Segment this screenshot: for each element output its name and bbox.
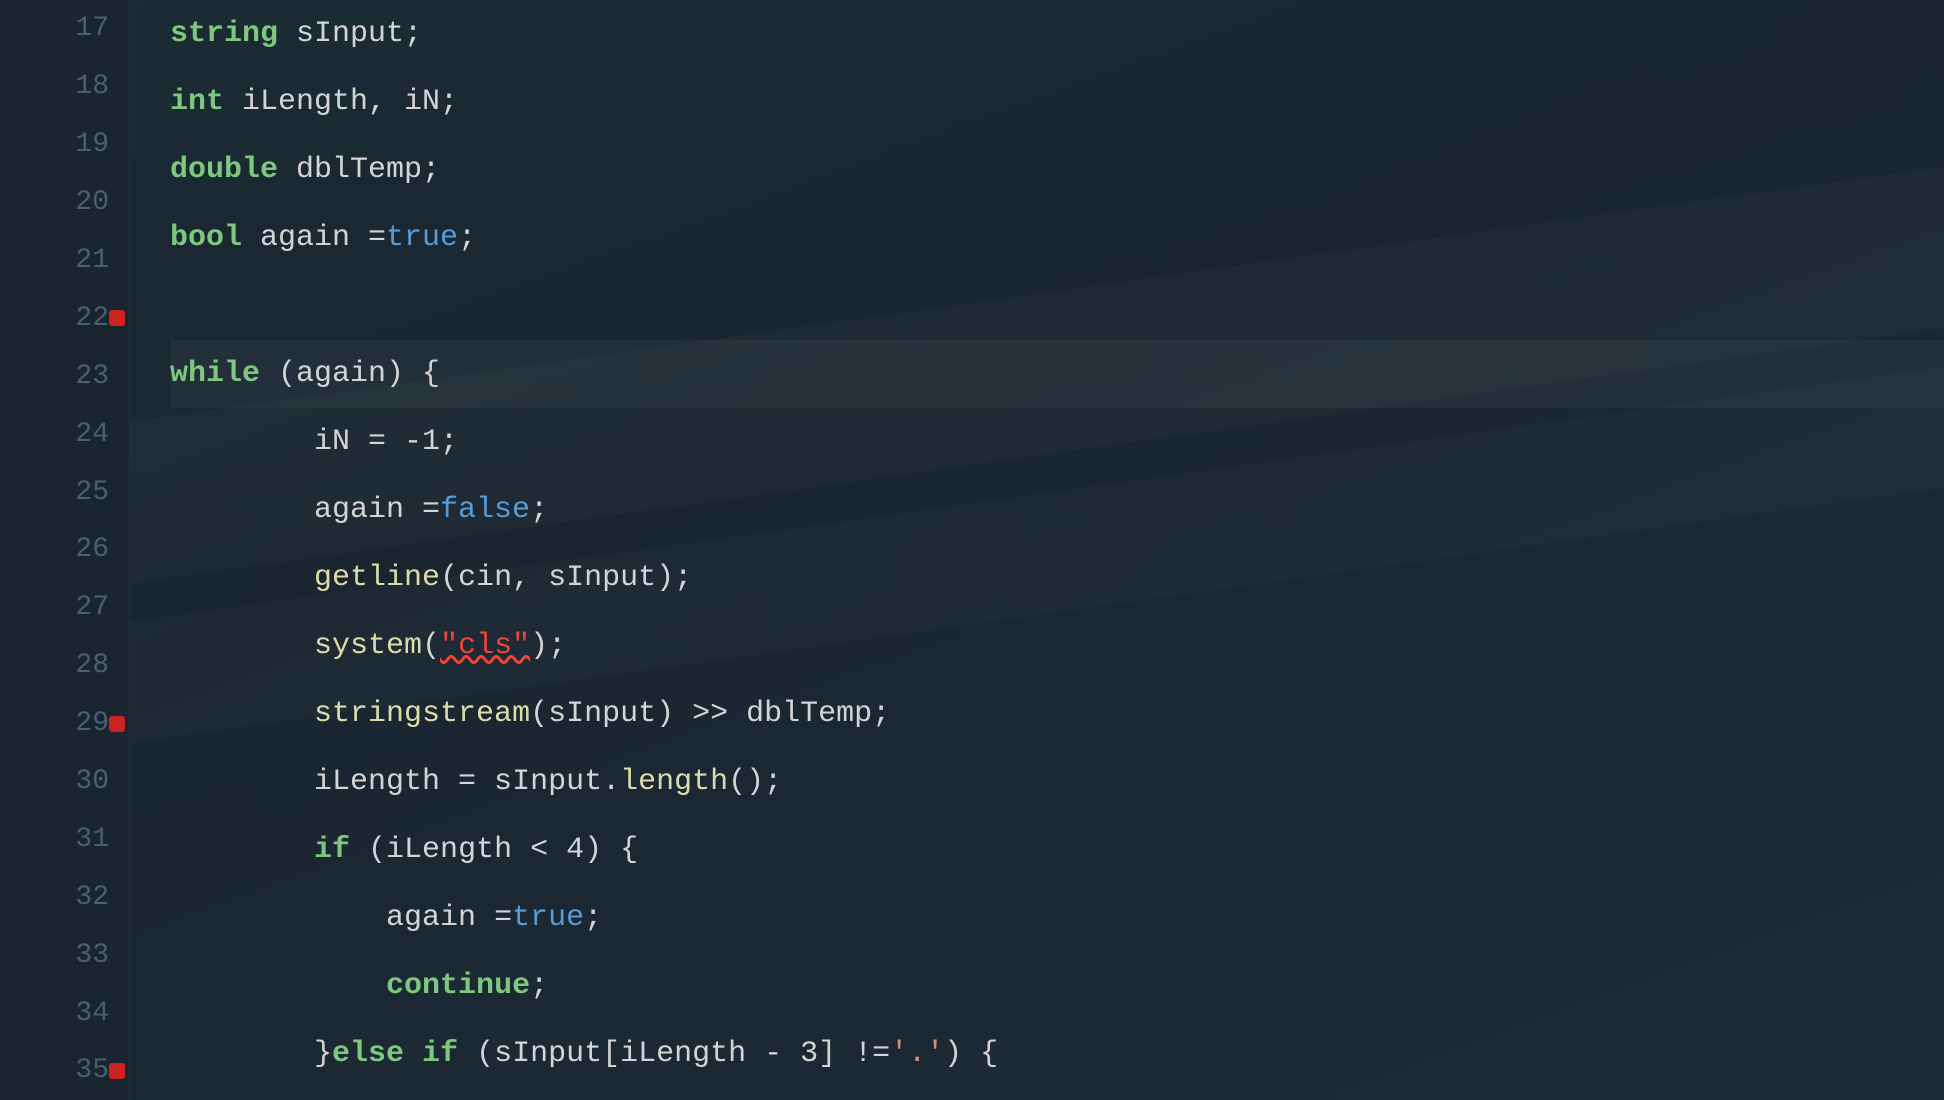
line-33: 33 bbox=[0, 926, 129, 984]
token-var-25: (cin, sInput); bbox=[440, 563, 692, 593]
token-var-22: (again) { bbox=[260, 359, 440, 389]
token-type-20: bool bbox=[170, 223, 242, 253]
token-bool-20: true bbox=[386, 223, 458, 253]
token-var-28a: iLength = sInput. bbox=[314, 767, 620, 797]
token-punct-31: ; bbox=[530, 971, 548, 1001]
token-bool-30: true bbox=[512, 903, 584, 933]
code-editor: 17 18 19 20 21 22 23 24 25 26 27 28 29 3… bbox=[0, 0, 1944, 1100]
line-21: 21 bbox=[0, 232, 129, 290]
token-indent-25 bbox=[170, 563, 314, 593]
token-var-24a: again = bbox=[170, 495, 440, 525]
token-kw-32: else if bbox=[332, 1039, 458, 1069]
code-line-17: string sInput; bbox=[170, 0, 1944, 68]
token-var-18: iLength, iN; bbox=[224, 87, 458, 117]
code-line-27: stringstream (sInput) >> dblTemp; bbox=[170, 680, 1944, 748]
line-17: 17 bbox=[0, 0, 129, 58]
token-type-19: double bbox=[170, 155, 278, 185]
token-var-20a: again = bbox=[242, 223, 386, 253]
token-type-18: int bbox=[170, 87, 224, 117]
line-34: 34 bbox=[0, 984, 129, 1042]
token-var-29: (iLength < 4) { bbox=[350, 835, 638, 865]
code-line-21 bbox=[170, 272, 1944, 340]
token-punct-30: ; bbox=[584, 903, 602, 933]
token-indent-31 bbox=[170, 971, 386, 1001]
code-line-19: double dblTemp; bbox=[170, 136, 1944, 204]
token-fn-27: stringstream bbox=[314, 699, 530, 729]
code-line-30: again = true ; bbox=[170, 884, 1944, 952]
token-var-26b: ); bbox=[530, 631, 566, 661]
breakpoint-29 bbox=[109, 716, 125, 732]
code-line-26: system ( "cls" ); bbox=[170, 612, 1944, 680]
token-kw-22: while bbox=[170, 359, 260, 389]
line-30: 30 bbox=[0, 753, 129, 811]
line-22: 22 bbox=[0, 289, 129, 347]
token-fn-28: length bbox=[620, 767, 728, 797]
code-line-29: if (iLength < 4) { bbox=[170, 816, 1944, 884]
code-line-33: again = true ; bbox=[170, 1088, 1944, 1100]
line-25: 25 bbox=[0, 463, 129, 521]
breakpoint-22 bbox=[109, 310, 125, 326]
code-line-32: } else if (sInput[iLength - 3] != '.' ) … bbox=[170, 1020, 1944, 1088]
token-var-26a: ( bbox=[422, 631, 440, 661]
line-24: 24 bbox=[0, 405, 129, 463]
token-var-19: dblTemp; bbox=[278, 155, 440, 185]
token-kw-29: if bbox=[314, 835, 350, 865]
line-number-gutter: 17 18 19 20 21 22 23 24 25 26 27 28 29 3… bbox=[0, 0, 130, 1100]
line-29: 29 bbox=[0, 695, 129, 753]
line-27: 27 bbox=[0, 579, 129, 637]
token-kw-31: continue bbox=[386, 971, 530, 1001]
token-fn-25: getline bbox=[314, 563, 440, 593]
code-line-20: bool again = true ; bbox=[170, 204, 1944, 272]
line-35: 35 bbox=[0, 1042, 129, 1100]
line-26: 26 bbox=[0, 521, 129, 579]
code-line-31: continue ; bbox=[170, 952, 1944, 1020]
code-line-22: while (again) { bbox=[170, 340, 1944, 408]
token-var-17: sInput; bbox=[278, 19, 422, 49]
line-31: 31 bbox=[0, 810, 129, 868]
code-line-28: iLength = sInput. length (); bbox=[170, 748, 1944, 816]
code-content: string sInput; int iLength, iN; double d… bbox=[130, 0, 1944, 1100]
code-line-25: getline (cin, sInput); bbox=[170, 544, 1944, 612]
token-fn-26: system bbox=[314, 631, 422, 661]
token-str-32: '.' bbox=[890, 1039, 944, 1069]
token-indent-29 bbox=[170, 835, 314, 865]
token-var-30a: again = bbox=[386, 903, 512, 933]
token-bool-24: false bbox=[440, 495, 530, 525]
token-var-28b: (); bbox=[728, 767, 782, 797]
token-indent-27 bbox=[170, 699, 314, 729]
code-line-18: int iLength, iN; bbox=[170, 68, 1944, 136]
line-18: 18 bbox=[0, 58, 129, 116]
line-20: 20 bbox=[0, 174, 129, 232]
token-type-17: string bbox=[170, 19, 278, 49]
token-var-32b: (sInput[iLength - 3] != bbox=[458, 1039, 890, 1069]
token-punct-24: ; bbox=[530, 495, 548, 525]
token-indent-32 bbox=[170, 1039, 314, 1069]
code-line-24: again = false ; bbox=[170, 476, 1944, 544]
token-var-23: iN = -1; bbox=[170, 427, 458, 457]
line-28: 28 bbox=[0, 637, 129, 695]
line-19: 19 bbox=[0, 116, 129, 174]
token-var-27: (sInput) >> dblTemp; bbox=[530, 699, 890, 729]
line-32: 32 bbox=[0, 868, 129, 926]
breakpoint-35 bbox=[109, 1063, 125, 1079]
token-indent-26 bbox=[170, 631, 314, 661]
token-punct-20: ; bbox=[458, 223, 476, 253]
token-indent-28 bbox=[170, 767, 314, 797]
token-var-32a: } bbox=[314, 1039, 332, 1069]
token-var-32c: ) { bbox=[944, 1039, 998, 1069]
token-str-26: "cls" bbox=[440, 631, 530, 661]
token-indent-30 bbox=[170, 903, 386, 933]
line-23: 23 bbox=[0, 347, 129, 405]
code-line-23: iN = -1; bbox=[170, 408, 1944, 476]
